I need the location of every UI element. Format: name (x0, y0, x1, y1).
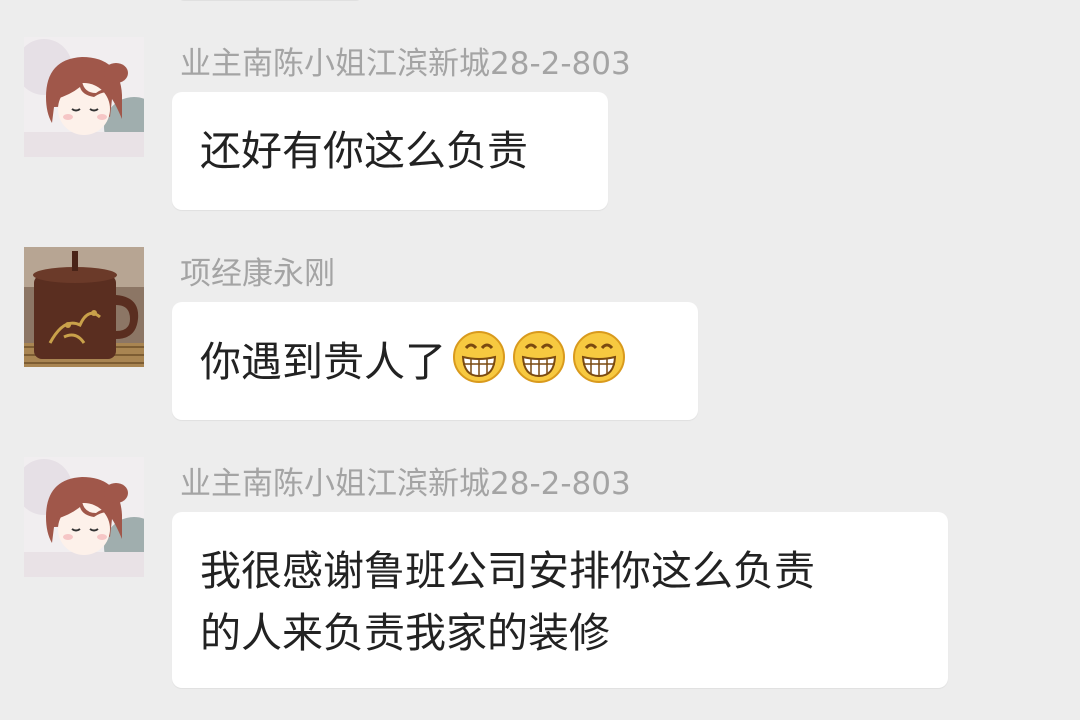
cartoon-girl-avatar (24, 37, 144, 157)
grinning-face-icon (452, 330, 506, 384)
sender-name: 业主南陈小姐江滨新城28-2-803 (180, 46, 631, 82)
message-text: 我很感谢鲁班公司安排你这么负责 的人来负责我家的装修 (200, 547, 815, 657)
message-bubble[interactable]: 还好有你这么负责 (172, 92, 608, 210)
chat-screen: 业主南陈小姐江滨新城28-2-803 还好有你这么负责 项经康永刚 你遇到贵人了… (0, 0, 1080, 720)
avatar[interactable] (24, 457, 144, 577)
message-text: 还好有你这么负责 (200, 127, 528, 175)
message-bubble[interactable]: 你遇到贵人了 (172, 302, 698, 420)
cartoon-girl-avatar (24, 457, 144, 577)
message-bubble[interactable]: 我很感谢鲁班公司安排你这么负责 的人来负责我家的装修 (172, 512, 948, 688)
avatar[interactable] (24, 37, 144, 157)
grinning-face-icon (512, 330, 566, 384)
sender-name: 业主南陈小姐江滨新城28-2-803 (180, 466, 631, 502)
sender-name: 项经康永刚 (180, 256, 335, 292)
teapot-cup-avatar (24, 247, 144, 367)
message-text: 你遇到贵人了 (200, 338, 446, 386)
avatar[interactable] (24, 247, 144, 367)
grinning-face-icon (572, 330, 626, 384)
